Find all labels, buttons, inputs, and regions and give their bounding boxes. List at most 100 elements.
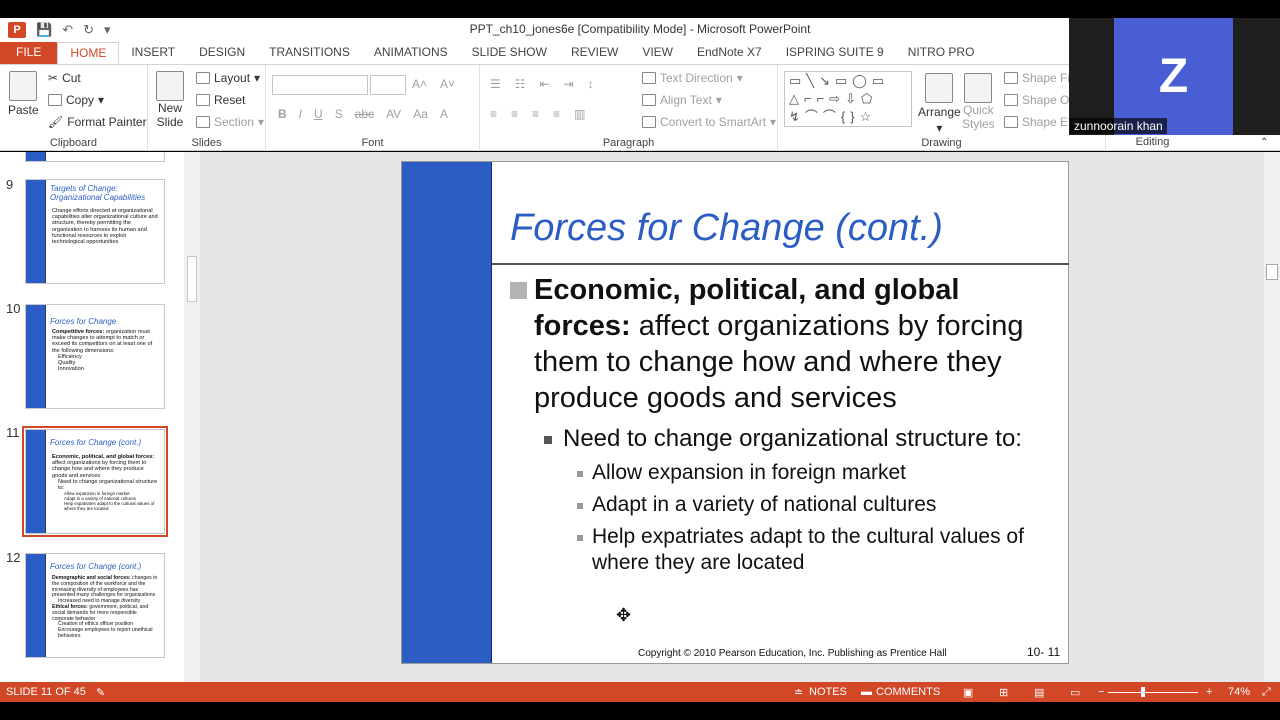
thumbnail-title: Forces for Change bbox=[50, 317, 117, 326]
copy-button[interactable]: Copy ▾ bbox=[48, 93, 104, 107]
slide-thumbnail-panel: 9 Targets of Change: Organizational Capa… bbox=[0, 152, 200, 682]
slide-body[interactable]: Economic, political, and global forces: … bbox=[510, 272, 1054, 576]
cut-button[interactable]: ✂ Cut bbox=[48, 71, 81, 85]
cut-icon: ✂ bbox=[48, 71, 59, 85]
thumbnail-scrollbar[interactable] bbox=[184, 152, 200, 682]
quick-styles-button[interactable]: Quick Styles bbox=[962, 73, 995, 131]
bullet-text: Allow expansion in foreign market bbox=[592, 461, 906, 484]
comments-button[interactable]: COMMENTS bbox=[876, 686, 940, 698]
slide-thumbnail[interactable]: Forces for Change (cont.) Demographic an… bbox=[25, 553, 165, 658]
tab-nitro[interactable]: NITRO PRO bbox=[896, 42, 987, 64]
layout-button[interactable]: Layout ▾ bbox=[196, 71, 260, 85]
decrease-indent-icon[interactable]: ⇤ bbox=[540, 77, 550, 91]
reading-view-icon[interactable]: ▤ bbox=[1034, 686, 1044, 699]
zoom-level[interactable]: 74% bbox=[1228, 686, 1250, 698]
copy-icon bbox=[48, 94, 62, 106]
reset-button[interactable]: Reset bbox=[196, 93, 245, 107]
spell-check-icon[interactable]: ✎ bbox=[96, 686, 105, 699]
slide-scrollbar[interactable] bbox=[1264, 152, 1280, 682]
slide-thumbnail-selected[interactable]: Forces for Change (cont.) Economic, poli… bbox=[22, 426, 168, 537]
slide-page-number: 10- 11 bbox=[1027, 645, 1061, 659]
section-icon bbox=[196, 116, 210, 128]
slide-thumbnail[interactable] bbox=[25, 152, 165, 162]
convert-smartart-button[interactable]: Convert to SmartArt ▾ bbox=[642, 115, 776, 129]
chevron-down-icon: ▾ bbox=[736, 71, 743, 85]
slide-sorter-icon[interactable]: ⊞ bbox=[999, 686, 1008, 699]
workspace: 9 Targets of Change: Organizational Capa… bbox=[0, 152, 1280, 682]
list-row: ☰ ☷ ⇤ ⇥ ↕ bbox=[490, 77, 594, 91]
notes-button[interactable]: NOTES bbox=[809, 686, 847, 698]
tab-endnote[interactable]: EndNote X7 bbox=[685, 42, 774, 64]
new-slide-button[interactable]: New Slide bbox=[156, 71, 184, 129]
font-color-button[interactable]: A bbox=[440, 107, 448, 121]
zoom-in-icon[interactable]: + bbox=[1206, 686, 1212, 698]
format-painter-button[interactable]: 🖌 Format Painter bbox=[48, 115, 147, 129]
normal-view-icon[interactable]: ▣ bbox=[963, 686, 973, 699]
status-bar: SLIDE 11 OF 45 ✎ ≐ NOTES ▬ COMMENTS ▣ ⊞ … bbox=[0, 682, 1280, 702]
scrollbar-thumb[interactable] bbox=[1266, 264, 1278, 280]
shape-fill-label: Shape Fill bbox=[1022, 71, 1076, 85]
shapes-gallery[interactable]: ▭╲↘▭◯▭ △⌐⌐⇨⇩⬠ ↯⌒⌒{}☆ bbox=[784, 71, 912, 127]
paste-button[interactable]: Paste bbox=[8, 71, 39, 117]
columns-icon[interactable]: ▥ bbox=[574, 107, 585, 121]
bullets-icon[interactable]: ☰ bbox=[490, 77, 501, 91]
tab-insert[interactable]: INSERT bbox=[119, 42, 187, 64]
zoom-out-icon[interactable]: − bbox=[1098, 686, 1104, 698]
slide-title[interactable]: Forces for Change (cont.) bbox=[510, 207, 943, 250]
tab-review[interactable]: REVIEW bbox=[559, 42, 630, 64]
change-case-button[interactable]: Aa bbox=[413, 107, 428, 121]
drawing-group-label: Drawing bbox=[921, 137, 962, 149]
zoom-slider-thumb[interactable] bbox=[1141, 687, 1145, 697]
text-direction-icon bbox=[642, 72, 656, 84]
bullet-square-icon bbox=[577, 535, 583, 541]
align-left-icon[interactable]: ≡ bbox=[490, 107, 497, 121]
align-text-label: Align Text bbox=[660, 93, 712, 107]
increase-font-icon[interactable]: A˄ bbox=[412, 77, 427, 91]
font-size-combo[interactable] bbox=[370, 75, 406, 95]
bold-button[interactable]: B bbox=[278, 107, 287, 121]
align-text-button[interactable]: Align Text ▾ bbox=[642, 93, 722, 107]
align-right-icon[interactable]: ≡ bbox=[532, 107, 539, 121]
arrange-button[interactable]: Arrange ▾ bbox=[918, 73, 961, 135]
shadow-button[interactable]: S bbox=[335, 107, 343, 121]
character-spacing-button[interactable]: AV bbox=[386, 107, 401, 121]
comments-icon[interactable]: ▬ bbox=[861, 686, 872, 698]
tab-design[interactable]: DESIGN bbox=[187, 42, 257, 64]
thumbnail-bar bbox=[26, 430, 46, 533]
line-spacing-icon[interactable]: ↕ bbox=[588, 77, 594, 91]
slide-thumbnail[interactable]: Forces for Change Competitive forces: or… bbox=[25, 304, 165, 409]
notes-icon[interactable]: ≐ bbox=[794, 686, 803, 699]
fit-to-window-icon[interactable]: ⤢ bbox=[1262, 686, 1271, 699]
tab-transitions[interactable]: TRANSITIONS bbox=[257, 42, 362, 64]
decrease-font-icon[interactable]: A˅ bbox=[440, 77, 455, 91]
shape-fill-button[interactable]: Shape Fill bbox=[1004, 71, 1075, 85]
shape-outline-button[interactable]: Shape Ou bbox=[1004, 93, 1076, 107]
collapse-ribbon-icon[interactable]: ⌃ bbox=[1260, 137, 1268, 148]
shape-effects-button[interactable]: Shape Eff bbox=[1004, 115, 1075, 129]
zoom-slider[interactable] bbox=[1108, 692, 1198, 693]
strikethrough-button[interactable]: abc bbox=[355, 107, 374, 121]
justify-icon[interactable]: ≡ bbox=[553, 107, 560, 121]
numbering-icon[interactable]: ☷ bbox=[515, 77, 526, 91]
thumbnail-item: Encourage employees to report unethical … bbox=[58, 627, 153, 639]
arrange-icon bbox=[925, 73, 954, 103]
font-name-combo[interactable] bbox=[272, 75, 368, 95]
slide-show-icon[interactable]: ▭ bbox=[1070, 686, 1080, 699]
scrollbar-thumb[interactable] bbox=[187, 256, 197, 302]
increase-indent-icon[interactable]: ⇥ bbox=[564, 77, 574, 91]
italic-button[interactable]: I bbox=[299, 107, 302, 121]
screen-bottom-band bbox=[0, 702, 1280, 720]
tab-ispring[interactable]: ISPRING SUITE 9 bbox=[774, 42, 896, 64]
slide-thumbnail[interactable]: Targets of Change: Organizational Capabi… bbox=[25, 179, 165, 284]
tab-animations[interactable]: ANIMATIONS bbox=[362, 42, 460, 64]
tab-home[interactable]: HOME bbox=[57, 42, 120, 64]
thumbnail-bar bbox=[26, 180, 46, 283]
slide-canvas[interactable]: Forces for Change (cont.) Economic, poli… bbox=[401, 161, 1069, 664]
tab-view[interactable]: VIEW bbox=[630, 42, 685, 64]
section-button[interactable]: Section ▾ bbox=[196, 115, 264, 129]
align-center-icon[interactable]: ≡ bbox=[511, 107, 518, 121]
tab-file[interactable]: FILE bbox=[0, 42, 58, 64]
text-direction-button[interactable]: Text Direction ▾ bbox=[642, 71, 743, 85]
tab-slide-show[interactable]: SLIDE SHOW bbox=[460, 42, 559, 64]
underline-button[interactable]: U bbox=[314, 107, 323, 121]
